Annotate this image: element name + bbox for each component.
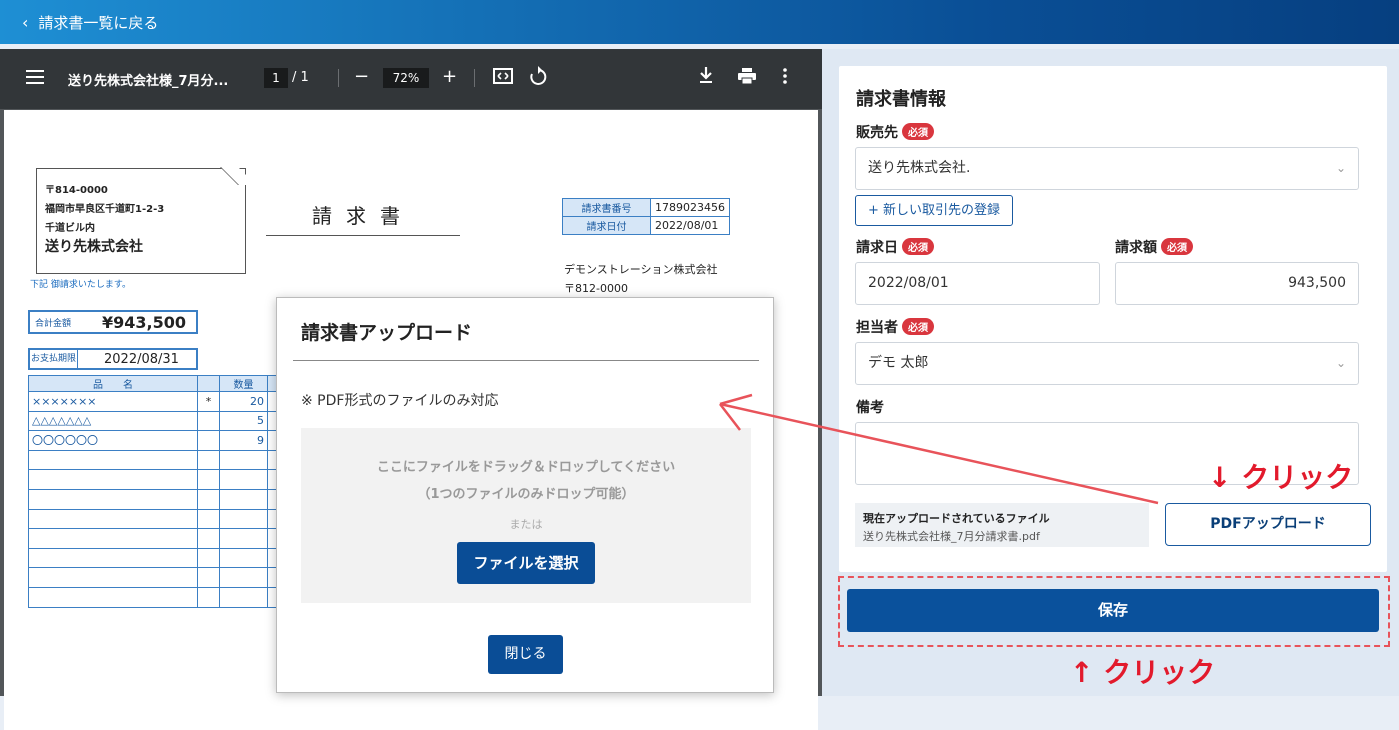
- modal-title: 請求書アップロード: [301, 322, 473, 344]
- address-block: 〒814-0000 福岡市早良区千道町1-2-3 千道ビル内 送り先株式会社: [36, 167, 256, 274]
- menu-icon[interactable]: [26, 70, 44, 84]
- amount-input[interactable]: 943,500: [1115, 262, 1359, 305]
- save-highlight-annotation: [838, 576, 1390, 647]
- page-number-input[interactable]: 1: [264, 68, 288, 88]
- col-qty: 数量: [219, 375, 268, 392]
- due-label: お支払期限: [30, 350, 78, 368]
- click-annotation-top: ↓ クリック: [1208, 461, 1354, 494]
- chevron-down-icon: ⌄: [1335, 356, 1346, 370]
- invoice-no-value: 1789023456: [650, 198, 730, 217]
- date-input[interactable]: 2022/08/01: [855, 262, 1100, 305]
- table-row: [28, 547, 280, 569]
- current-file-box: 現在アップロードされているファイル 送り先株式会社様_7月分請求書.pdf: [855, 503, 1149, 547]
- zoom-level-input[interactable]: 72%: [383, 68, 429, 88]
- total-amount-box: 合計金額 ¥943,500: [28, 310, 198, 334]
- drop-or: または: [509, 518, 543, 531]
- rotate-icon[interactable]: [529, 66, 547, 93]
- print-icon[interactable]: [738, 67, 756, 91]
- form-heading: 請求書情報: [856, 89, 946, 110]
- required-badge: 必須: [902, 123, 934, 140]
- more-options-icon[interactable]: [782, 67, 788, 91]
- chevron-left-icon[interactable]: ‹: [22, 13, 28, 32]
- table-row: 〇〇〇〇〇〇 9: [28, 430, 280, 451]
- required-badge: 必須: [902, 238, 934, 255]
- upload-modal: 請求書アップロード ※ PDF形式のファイルのみ対応 ここにファイルをドラッグ＆…: [276, 297, 774, 693]
- owner-select[interactable]: デモ 太郎 ⌄: [855, 342, 1359, 385]
- issuer-name: デモンストレーション株式会社: [564, 263, 718, 276]
- back-link[interactable]: 請求書一覧に戻る: [38, 12, 158, 33]
- date-label: 請求日 必須: [856, 237, 934, 257]
- select-file-button[interactable]: ファイルを選択: [457, 542, 595, 584]
- invoice-info-card: 請求書情報 販売先 必須 送り先株式会社. ⌄ + 新しい取引先の登録 請求日 必須…: [839, 66, 1387, 572]
- table-row: ××××××× * 20: [28, 391, 280, 412]
- due-value: 2022/08/31: [104, 351, 179, 367]
- issuer-zip: 〒812-0000: [564, 282, 628, 295]
- zoom-in-icon[interactable]: +: [442, 65, 457, 89]
- required-badge: 必須: [1161, 238, 1193, 255]
- issuer-block: デモンストレーション株式会社 〒812-0000: [564, 260, 718, 298]
- table-row: [28, 469, 280, 490]
- due-date-box: お支払期限 2022/08/31: [28, 348, 198, 370]
- vendor-select[interactable]: 送り先株式会社. ⌄: [855, 147, 1359, 190]
- drop-limit: （1つのファイルのみドロップ可能）: [417, 487, 635, 502]
- owner-label: 担当者 必須: [856, 317, 934, 337]
- total-label: 合計金額: [34, 318, 71, 329]
- download-icon[interactable]: [698, 66, 714, 91]
- table-row: [28, 488, 280, 510]
- click-annotation-bottom: ↑ クリック: [1070, 656, 1216, 689]
- col-item: 品 名: [28, 375, 198, 392]
- amount-label: 請求額 必須: [1115, 237, 1193, 257]
- current-file-label: 現在アップロードされているファイル: [863, 512, 1050, 525]
- address-zip: 〒814-0000: [45, 185, 108, 196]
- pdf-toolbar: 送り先株式会社様_7月分... 1 / 1 − 72% +: [0, 49, 822, 109]
- invoice-no-label: 請求書番号: [562, 198, 651, 217]
- address-name: 送り先株式会社: [45, 239, 143, 255]
- toolbar-divider: [338, 69, 339, 87]
- page-total: / 1: [292, 70, 309, 85]
- invoice-meta-table: 請求書番号 1789023456 請求日付 2022/08/01: [562, 198, 730, 235]
- memo-label: 備考: [856, 400, 884, 416]
- modal-divider: [293, 360, 759, 361]
- pdf-upload-button[interactable]: PDFアップロード: [1165, 503, 1371, 546]
- modal-note: ※ PDF形式のファイルのみ対応: [301, 393, 499, 409]
- chevron-down-icon: ⌄: [1335, 161, 1346, 175]
- table-row: [28, 586, 280, 608]
- invoice-date-value: 2022/08/01: [650, 216, 730, 235]
- current-file-name: 送り先株式会社様_7月分請求書.pdf: [863, 530, 1040, 543]
- fit-page-icon[interactable]: [493, 67, 513, 91]
- top-bar: ‹ 請求書一覧に戻る: [0, 0, 1399, 44]
- toolbar-divider: [474, 69, 475, 87]
- add-vendor-button[interactable]: + 新しい取引先の登録: [855, 195, 1013, 226]
- drop-instruction: ここにファイルをドラッグ＆ドロップしてください: [376, 460, 676, 475]
- vendor-label: 販売先 必須: [856, 122, 934, 142]
- total-value: ¥943,500: [102, 312, 187, 332]
- items-table: 品 名 数量 ××××××× * 20 △△△△△△△ 5 〇〇〇〇〇〇 9: [28, 375, 280, 608]
- required-badge: 必須: [902, 318, 934, 335]
- invoice-note: 下記 御請求いたします。: [30, 280, 131, 290]
- table-row: [28, 528, 280, 549]
- close-button[interactable]: 閉じる: [488, 635, 563, 674]
- invoice-date-label: 請求日付: [562, 216, 651, 235]
- invoice-heading: 請求書: [266, 200, 460, 236]
- address-line1: 福岡市早良区千道町1-2-3: [45, 204, 165, 215]
- zoom-out-icon[interactable]: −: [354, 65, 369, 89]
- table-row: [28, 567, 280, 588]
- pdf-title: 送り先株式会社様_7月分...: [68, 74, 229, 89]
- file-drop-zone[interactable]: ここにファイルをドラッグ＆ドロップしてください （1つのファイルのみドロップ可能…: [301, 428, 751, 603]
- table-row: △△△△△△△ 5: [28, 410, 280, 432]
- table-row: [28, 449, 280, 471]
- address-line2: 千道ビル内: [45, 223, 95, 234]
- table-row: [28, 508, 280, 530]
